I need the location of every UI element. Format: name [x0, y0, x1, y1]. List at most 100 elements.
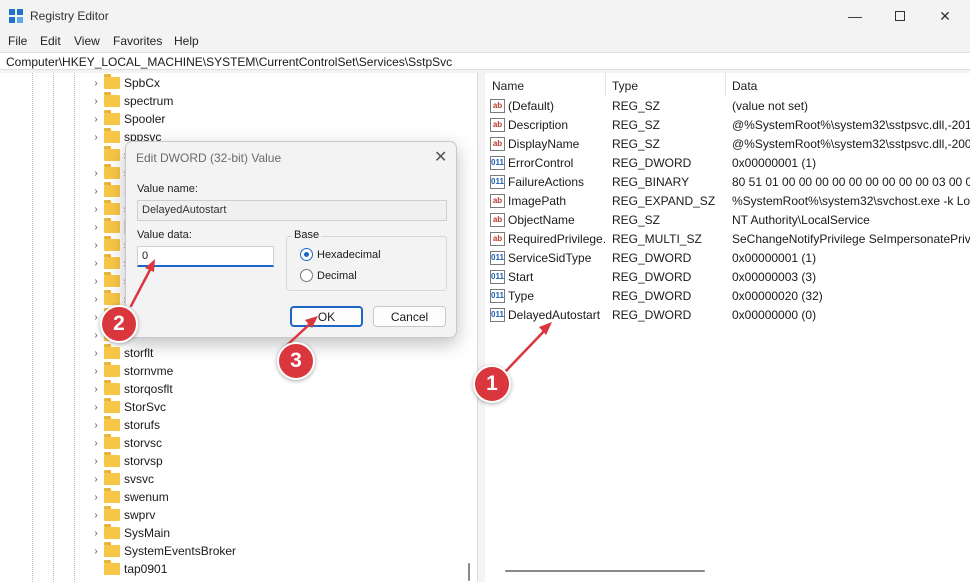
- chevron-right-icon[interactable]: ›: [90, 240, 102, 251]
- chevron-right-icon[interactable]: ›: [90, 348, 102, 359]
- tree-item[interactable]: ›s: [90, 272, 130, 290]
- column-header-name[interactable]: Name: [492, 79, 524, 93]
- value-data-input[interactable]: 0: [137, 246, 274, 267]
- value-type: REG_SZ: [612, 99, 661, 113]
- menu-view[interactable]: View: [74, 34, 100, 48]
- close-button[interactable]: ✕: [922, 0, 968, 32]
- tree-item[interactable]: › swprv: [90, 506, 155, 524]
- tree-item[interactable]: › svsvc: [90, 470, 154, 488]
- tree-item-label: storvsc: [124, 436, 163, 450]
- value-row[interactable]: ab ObjectName REG_SZ NT Authority\LocalServ…: [485, 211, 970, 230]
- minimize-icon: —: [848, 8, 862, 24]
- folder-icon: [104, 272, 120, 287]
- chevron-right-icon[interactable]: ›: [90, 528, 102, 539]
- tree-item[interactable]: › storflt: [90, 344, 153, 362]
- chevron-right-icon[interactable]: ›: [90, 438, 102, 449]
- value-row[interactable]: 011 Type REG_DWORD 0x00000020 (32): [485, 287, 970, 306]
- values-list-pane[interactable]: Name Type Data ab (Default) REG_SZ (value n…: [485, 73, 970, 582]
- tree-scrollbar[interactable]: [468, 563, 470, 581]
- value-data: NT Authority\LocalService: [732, 213, 870, 227]
- value-row[interactable]: 011 DelayedAutostart REG_DWORD 0x00000000 (…: [485, 306, 970, 325]
- chevron-right-icon[interactable]: ›: [90, 456, 102, 467]
- tree-item[interactable]: › storvsc: [90, 434, 162, 452]
- value-row[interactable]: ab DisplayName REG_SZ @%SystemRoot%\system3…: [485, 135, 970, 154]
- menu-help[interactable]: Help: [174, 34, 199, 48]
- tree-item-label: SystemEventsBroker: [124, 544, 237, 558]
- chevron-right-icon[interactable]: ›: [90, 546, 102, 557]
- dialog-close-icon[interactable]: ✕: [434, 147, 447, 167]
- chevron-right-icon[interactable]: ›: [90, 114, 102, 125]
- tree-item[interactable]: › stornvme: [90, 362, 173, 380]
- tree-item[interactable]: › SystemEventsBroker: [90, 542, 236, 560]
- tree-item[interactable]: › StorSvc: [90, 398, 166, 416]
- tree-item[interactable]: ›s: [90, 164, 130, 182]
- folder-icon: [104, 398, 120, 413]
- tree-item[interactable]: ›s: [90, 236, 130, 254]
- radio-hexadecimal[interactable]: Hexadecimal: [300, 248, 381, 261]
- value-row[interactable]: ab (Default) REG_SZ (value not set): [485, 97, 970, 116]
- tree-item[interactable]: › swenum: [90, 488, 169, 506]
- chevron-right-icon[interactable]: ›: [90, 96, 102, 107]
- chevron-right-icon[interactable]: ›: [90, 366, 102, 377]
- tree-item[interactable]: ›s: [90, 200, 130, 218]
- tree-item[interactable]: › Spooler: [90, 110, 165, 128]
- chevron-right-icon[interactable]: ›: [90, 330, 102, 341]
- string-value-icon: ab: [490, 213, 505, 227]
- binary-value-icon: 011: [490, 289, 505, 303]
- chevron-right-icon[interactable]: ›: [90, 204, 102, 215]
- menu-file[interactable]: File: [8, 34, 27, 48]
- radio-decimal[interactable]: Decimal: [300, 269, 357, 282]
- chevron-right-icon[interactable]: ›: [90, 492, 102, 503]
- cancel-button[interactable]: Cancel: [373, 306, 446, 327]
- value-row[interactable]: ab Description REG_SZ @%SystemRoot%\system3…: [485, 116, 970, 135]
- tree-item[interactable]: ›s: [90, 254, 130, 272]
- tree-item[interactable]: › storqosflt: [90, 380, 173, 398]
- value-row[interactable]: 011 FailureActions REG_BINARY 80 51 01 00 0…: [485, 173, 970, 192]
- value-data: 0x00000001 (1): [732, 156, 817, 170]
- chevron-right-icon[interactable]: ›: [90, 474, 102, 485]
- ok-button[interactable]: OK: [290, 306, 363, 327]
- chevron-right-icon[interactable]: ›: [90, 222, 102, 233]
- folder-icon: [104, 416, 120, 431]
- menu-edit[interactable]: Edit: [40, 34, 61, 48]
- chevron-right-icon[interactable]: ›: [90, 258, 102, 269]
- value-type: REG_DWORD: [612, 289, 692, 303]
- tree-item[interactable]: s: [90, 146, 130, 164]
- chevron-right-icon[interactable]: ›: [90, 132, 102, 143]
- value-type: REG_SZ: [612, 137, 661, 151]
- pane-splitter[interactable]: [478, 73, 485, 582]
- menu-favorites[interactable]: Favorites: [113, 34, 162, 48]
- value-row[interactable]: 011 ServiceSidType REG_DWORD 0x00000001 (1): [485, 249, 970, 268]
- value-row[interactable]: ab RequiredPrivilege... REG_MULTI_SZ SeChan…: [485, 230, 970, 249]
- minimize-button[interactable]: —: [832, 0, 878, 32]
- tree-item[interactable]: › SysMain: [90, 524, 170, 542]
- column-header-data[interactable]: Data: [732, 79, 757, 93]
- folder-icon: [104, 182, 120, 197]
- chevron-right-icon[interactable]: ›: [90, 294, 102, 305]
- chevron-right-icon[interactable]: ›: [90, 78, 102, 89]
- chevron-right-icon[interactable]: ›: [90, 186, 102, 197]
- chevron-right-icon[interactable]: ›: [90, 420, 102, 431]
- list-scrollbar[interactable]: [505, 570, 705, 572]
- tree-item-label: stornvme: [124, 364, 174, 378]
- tree-item-label: swenum: [124, 490, 169, 504]
- value-row[interactable]: 011 Start REG_DWORD 0x00000003 (3): [485, 268, 970, 287]
- tree-item[interactable]: tap0901: [90, 560, 167, 578]
- chevron-right-icon[interactable]: ›: [90, 510, 102, 521]
- chevron-right-icon[interactable]: ›: [90, 384, 102, 395]
- tree-item[interactable]: › storvsp: [90, 452, 163, 470]
- column-header-type[interactable]: Type: [612, 79, 638, 93]
- tree-item[interactable]: › SpbCx: [90, 74, 160, 92]
- value-row[interactable]: ab ImagePath REG_EXPAND_SZ %SystemRoot%\sys…: [485, 192, 970, 211]
- tree-item[interactable]: › storufs: [90, 416, 160, 434]
- value-data: 80 51 01 00 00 00 00 00 00 00 00 00 03 0…: [732, 175, 970, 189]
- chevron-right-icon[interactable]: ›: [90, 276, 102, 287]
- chevron-right-icon[interactable]: ›: [90, 168, 102, 179]
- chevron-right-icon[interactable]: ›: [90, 402, 102, 413]
- tree-item[interactable]: › spectrum: [90, 92, 173, 110]
- value-name-field: DelayedAutostart: [137, 200, 447, 221]
- maximize-button[interactable]: [877, 0, 923, 32]
- folder-icon: [104, 92, 120, 107]
- address-bar[interactable]: Computer\HKEY_LOCAL_MACHINE\SYSTEM\Curre…: [0, 52, 970, 70]
- value-row[interactable]: 011 ErrorControl REG_DWORD 0x00000001 (1): [485, 154, 970, 173]
